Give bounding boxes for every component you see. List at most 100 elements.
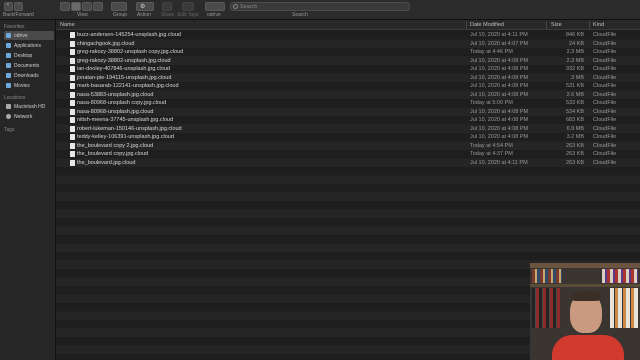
file-name: robert-lukeman-150146-unsplash.jpg.cloud xyxy=(77,125,182,132)
sidebar-item-label: Network xyxy=(14,113,33,120)
file-icon xyxy=(70,117,75,123)
sidebar-item-label: odrive xyxy=(14,32,28,39)
file-icon xyxy=(70,125,75,132)
file-kind: CloudFile xyxy=(593,83,617,89)
file-date: Jul 10, 2020 at 4:11 PM xyxy=(470,159,528,166)
action-button[interactable]: ⚙ xyxy=(136,2,154,11)
file-name: the_boulevard.jpg.cloud xyxy=(77,159,136,166)
column-divider[interactable] xyxy=(546,21,547,29)
file-size: 263 KB xyxy=(565,159,584,166)
group-button[interactable] xyxy=(111,2,127,11)
view-label: View xyxy=(77,12,88,18)
sidebar-item-label: Macintosh HD xyxy=(14,103,46,110)
view-icon-button[interactable] xyxy=(60,2,70,11)
file-size: 3.2 MB xyxy=(566,134,584,140)
sidebar-item-downloads[interactable]: Downloads xyxy=(4,71,54,80)
file-icon xyxy=(70,142,75,149)
file-row[interactable]: nasa-53883-unsplash.jpg.cloud Jul 10, 202… xyxy=(56,91,640,100)
file-row[interactable]: jonatan-pie-194115-unsplash.jpg.cloud Jul… xyxy=(56,74,640,83)
file-date: Jul 10, 2020 at 4:08 PM xyxy=(470,91,529,98)
file-name: the_boulevard copy 2.jpg.cloud xyxy=(77,142,154,149)
column-divider[interactable] xyxy=(466,21,467,29)
download-icon xyxy=(6,73,11,78)
view-gallery-button[interactable] xyxy=(93,2,103,11)
file-row[interactable]: buzz-andersen-145254-unsplash.jpg.cloud J… xyxy=(56,31,640,40)
file-date: Jul 10, 2020 at 4:08 PM xyxy=(470,108,529,115)
finder-window: ‹ › Back/Forward View Group ⚙ Action Sha… xyxy=(0,0,640,360)
file-size: 3 MB xyxy=(571,74,584,81)
person xyxy=(552,335,624,360)
sidebar-item-label: Applications xyxy=(14,42,41,49)
sidebar-item-applications[interactable]: Applications xyxy=(4,41,54,50)
file-row[interactable]: the_boulevard copy 2.jpg.cloud Today at 4… xyxy=(56,142,640,151)
file-row[interactable]: nasa-80968-unsplash.jpg.cloud Jul 10, 202… xyxy=(56,108,640,117)
file-row[interactable]: teddy-kelley-106391-unsplash.jpg.cloud Ju… xyxy=(56,133,640,142)
column-name[interactable]: Name xyxy=(60,22,75,28)
file-name: nitish-meena-37745-unsplash.jpg.cloud xyxy=(77,117,174,123)
file-kind: CloudFile xyxy=(593,40,617,47)
file-size: 2.3 MB xyxy=(566,57,584,64)
file-row[interactable]: mark-basarab-122141-unsplash.jpg.cloud Ju… xyxy=(56,82,640,91)
sidebar-item-macintosh-hd[interactable]: Macintosh HD xyxy=(4,102,54,111)
file-icon xyxy=(70,57,75,64)
file-kind: CloudFile xyxy=(593,100,617,106)
file-row[interactable]: greg-rakozy-38802-unsplash.jpg.cloud Jul … xyxy=(56,57,640,66)
group-label: Group xyxy=(113,12,127,18)
bookshelf xyxy=(532,288,560,328)
column-kind[interactable]: Kind xyxy=(593,22,604,28)
file-name: greg-rakozy-38802-unsplash.jpg.cloud xyxy=(77,57,171,64)
sidebar-item-movies[interactable]: Movies xyxy=(4,81,54,90)
search-input[interactable]: Search xyxy=(230,2,410,11)
sidebar-item-desktop[interactable]: Desktop xyxy=(4,51,54,60)
file-size: 6.9 MB xyxy=(566,125,584,132)
chevron-right-icon: › xyxy=(18,2,20,8)
file-row[interactable]: nitish-meena-37745-unsplash.jpg.cloud Jul… xyxy=(56,116,640,125)
column-size[interactable]: Size xyxy=(551,22,562,28)
sidebar-item-documents[interactable]: Documents xyxy=(4,61,54,70)
file-row[interactable]: nasa-80968-unsplash copy.jpg.cloud Today … xyxy=(56,99,640,108)
column-header: Name Date Modified Size Kind xyxy=(56,20,640,30)
file-name: mark-basarab-122141-unsplash.jpg.cloud xyxy=(77,83,179,89)
edit-tags-button[interactable] xyxy=(182,2,194,11)
column-date-modified[interactable]: Date Modified xyxy=(470,22,504,28)
sidebar-item-network[interactable]: Network xyxy=(4,112,54,121)
view-column-button[interactable] xyxy=(82,2,92,11)
view-list-button[interactable] xyxy=(71,2,81,11)
back-button[interactable]: ‹ xyxy=(4,2,13,11)
location-button[interactable] xyxy=(205,2,225,11)
file-row[interactable]: the_boulevard copy.jpg.cloud Today at 4:3… xyxy=(56,150,640,159)
disk-icon xyxy=(6,104,11,109)
shelf xyxy=(530,284,640,287)
file-kind: CloudFile xyxy=(593,151,617,157)
file-row[interactable]: chingachgook.jpg.cloud Jul 10, 2020 at 4:… xyxy=(56,40,640,49)
file-row[interactable]: greg-rakozy-38802-unsplash copy.jpg.clou… xyxy=(56,48,640,57)
file-name: the_boulevard copy.jpg.cloud xyxy=(77,151,149,157)
bookshelf xyxy=(602,269,638,283)
sidebar-item-label: Downloads xyxy=(14,72,39,79)
file-name: nasa-80968-unsplash copy.jpg.cloud xyxy=(77,100,167,106)
file-row[interactable]: ian-dooley-407846-unsplash.jpg.cloud Jul … xyxy=(56,65,640,74)
file-size: 683 KB xyxy=(565,117,584,123)
forward-button[interactable]: › xyxy=(14,2,23,11)
nav-label: Back/Forward xyxy=(3,12,34,18)
tags-heading: Tags xyxy=(4,127,15,133)
file-name: nasa-80968-unsplash.jpg.cloud xyxy=(77,108,154,115)
file-date: Jul 10, 2020 at 4:08 PM xyxy=(470,125,529,132)
sidebar-item-odrive[interactable]: odrive xyxy=(4,31,54,40)
file-kind: CloudFile xyxy=(593,134,617,140)
file-date: Jul 10, 2020 at 4:08 PM xyxy=(470,117,529,123)
folder-icon xyxy=(6,33,11,38)
file-size: 263 KB xyxy=(565,142,584,149)
file-name: buzz-andersen-145254-unsplash.jpg.cloud xyxy=(77,32,181,38)
action-label: Action xyxy=(137,12,151,18)
bookshelf xyxy=(610,288,638,328)
file-row[interactable]: the_boulevard.jpg.cloud Jul 10, 2020 at 4… xyxy=(56,159,640,168)
share-button[interactable] xyxy=(162,2,172,11)
file-row[interactable]: robert-lukeman-150146-unsplash.jpg.cloud… xyxy=(56,125,640,134)
person-hair xyxy=(571,291,601,301)
file-name: greg-rakozy-38802-unsplash copy.jpg.clou… xyxy=(77,49,184,55)
file-icon xyxy=(70,83,75,89)
column-divider[interactable] xyxy=(589,21,590,29)
file-size: 534 KB xyxy=(565,108,584,115)
file-size: 531 KB xyxy=(565,83,584,89)
